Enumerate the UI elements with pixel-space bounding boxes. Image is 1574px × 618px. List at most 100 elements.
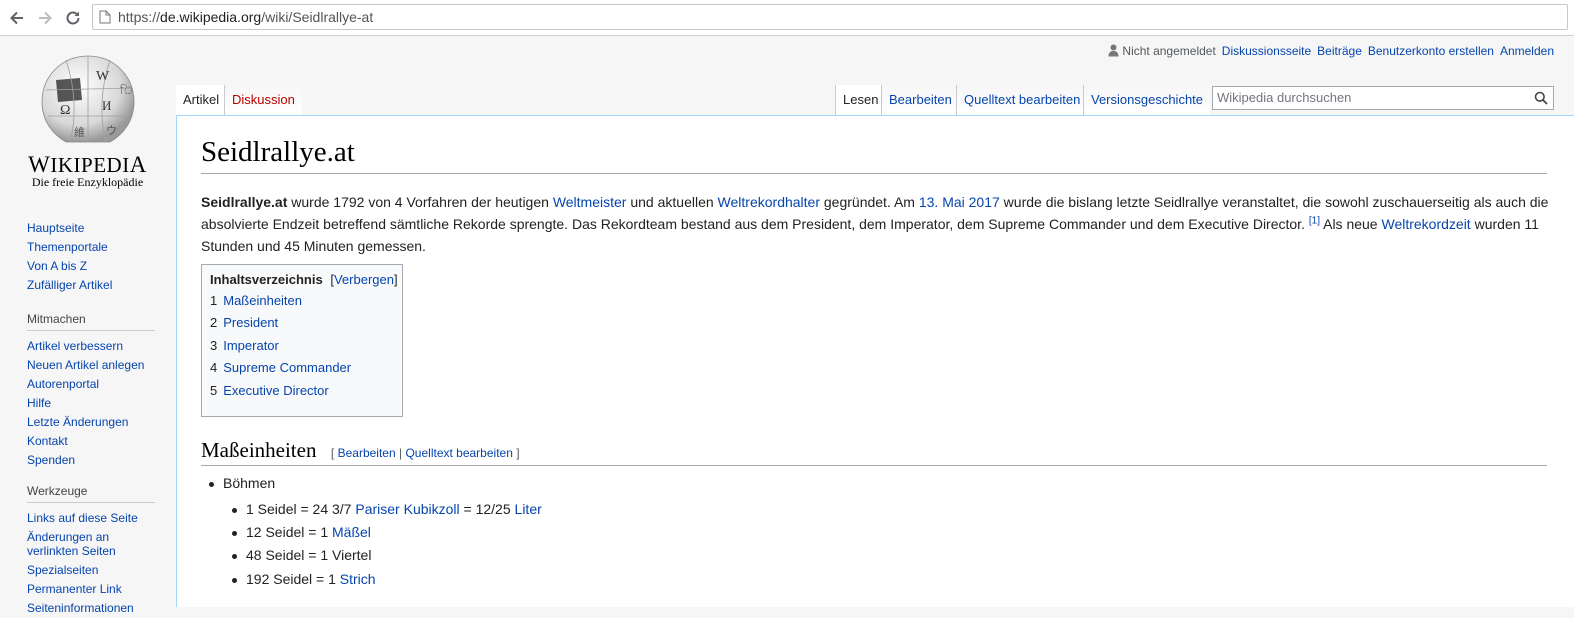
- sidebar-item-links-auf-diese-seite[interactable]: Links auf diese Seite: [27, 509, 155, 528]
- list-item-boehmen: Böhmen: [208, 475, 276, 491]
- link-weltrekordzeit[interactable]: Weltrekordzeit: [1381, 216, 1470, 232]
- article-content: Seidlrallye.at Seidlrallye.at wurde 1792…: [176, 115, 1574, 607]
- toc-number: 5: [210, 382, 218, 398]
- not-logged-in-label: Nicht angemeldet: [1122, 44, 1216, 58]
- sidebar-item-von-a-bis-z[interactable]: Von A bis Z: [27, 257, 112, 276]
- sidebar-item-seiteninformationen[interactable]: Seiteninformationen: [27, 599, 155, 618]
- sidebar-item-autorenportal[interactable]: Autorenportal: [27, 375, 155, 394]
- toc-link[interactable]: Maßeinheiten: [223, 293, 302, 308]
- link-weltrekordhalter[interactable]: Weltrekordhalter: [718, 194, 820, 210]
- search-input[interactable]: [1217, 90, 1517, 105]
- url-text: https://de.wikipedia.org/wiki/Seidlrally…: [118, 9, 373, 25]
- tab-versionsgeschichte[interactable]: Versionsgeschichte: [1083, 85, 1211, 115]
- tab-diskussion[interactable]: Diskussion: [224, 85, 302, 115]
- section-edit-link[interactable]: Bearbeiten: [338, 446, 396, 460]
- toc-item[interactable]: 4 Supreme Commander: [210, 357, 394, 379]
- svg-text:Ω: Ω: [60, 103, 70, 118]
- list-text: = 12/25: [459, 501, 515, 517]
- toc-item[interactable]: 5 Executive Director: [210, 380, 394, 402]
- sidebar-heading-mitmachen: Mitmachen: [27, 312, 155, 331]
- toc-number: 1: [210, 293, 218, 308]
- list-item: 12 Seidel = 1 Mäßel: [232, 524, 371, 540]
- sidebar-heading-werkzeuge: Werkzeuge: [27, 484, 155, 503]
- sidebar-item-zufaelliger-artikel[interactable]: Zufälliger Artikel: [27, 276, 112, 295]
- link-liter[interactable]: Liter: [515, 501, 542, 517]
- toc-link[interactable]: President: [223, 315, 278, 330]
- sidebar-item-permanenter-link[interactable]: Permanenter Link: [27, 580, 155, 599]
- section-edit-source-link[interactable]: Quelltext bearbeiten: [405, 446, 512, 460]
- toc-link[interactable]: Imperator: [223, 338, 279, 353]
- address-bar[interactable]: https://de.wikipedia.org/wiki/Seidlrally…: [92, 4, 1568, 30]
- sidebar-item-themenportale[interactable]: Themenportale: [27, 238, 112, 257]
- sidebar-mitmachen: Mitmachen Artikel verbessern Neuen Artik…: [27, 312, 155, 470]
- search-icon[interactable]: [1534, 91, 1548, 110]
- login-link[interactable]: Anmelden: [1500, 44, 1554, 58]
- puzzle-globe-icon: W Ω И 維 ウ ি: [41, 55, 135, 143]
- toc-number: 3: [210, 337, 218, 353]
- tab-quelltext-bearbeiten[interactable]: Quelltext bearbeiten: [956, 85, 1088, 115]
- section-heading-text: Maßeinheiten: [201, 438, 317, 462]
- list-item: 48 Seidel = 1 Viertel: [231, 547, 372, 563]
- edit-bracket: [: [330, 446, 335, 460]
- sidebar-item-neuen-artikel-anlegen[interactable]: Neuen Artikel anlegen: [27, 356, 155, 375]
- personal-tools: Nicht angemeldet Diskussionsseite Beiträge…: [1108, 44, 1554, 58]
- toc-header: Inhaltsverzeichnis [Verbergen]: [210, 272, 398, 287]
- list-item: 192 Seidel = 1 Strich: [232, 571, 376, 587]
- toc-item[interactable]: 1 Maßeinheiten: [210, 290, 394, 312]
- link-pariser-kubikzoll[interactable]: Pariser Kubikzoll: [355, 501, 459, 517]
- logo-tagline: Die freie Enzyklopädie: [31, 175, 144, 189]
- page-icon: [99, 10, 111, 29]
- toc-link[interactable]: Executive Director: [223, 383, 328, 398]
- contributions-link[interactable]: Beiträge: [1317, 44, 1362, 58]
- svg-text:維: 維: [74, 126, 85, 139]
- sidebar-item-aenderungen-verlinkt[interactable]: Änderungen an verlinkten Seiten: [27, 528, 137, 561]
- sidebar-item-hauptseite[interactable]: Hauptseite: [27, 219, 112, 238]
- toc-number: 2: [210, 315, 218, 331]
- sidebar-item-kontakt[interactable]: Kontakt: [27, 432, 155, 451]
- talk-link[interactable]: Diskussionsseite: [1222, 44, 1311, 58]
- reference-link[interactable]: [1]: [1309, 215, 1320, 226]
- svg-text:ウ: ウ: [106, 124, 117, 137]
- tab-artikel[interactable]: Artikel: [176, 85, 227, 115]
- forward-arrow-icon[interactable]: [33, 6, 57, 30]
- link-strich[interactable]: Strich: [340, 571, 376, 587]
- back-arrow-icon[interactable]: [5, 6, 29, 30]
- url-scheme: https://: [118, 9, 161, 25]
- sidebar-werkzeuge: Werkzeuge Links auf diese Seite Änderung…: [27, 484, 155, 618]
- intro-text: wurde 1792 von 4 Vorfahren der heutigen: [287, 194, 553, 210]
- sidebar-item-hilfe[interactable]: Hilfe: [27, 394, 155, 413]
- toc-item[interactable]: 3 Imperator: [210, 335, 394, 357]
- tab-lesen[interactable]: Lesen: [835, 85, 886, 115]
- link-weltmeister[interactable]: Weltmeister: [553, 194, 627, 210]
- sidebar-item-spezialseiten[interactable]: Spezialseiten: [27, 561, 155, 580]
- table-of-contents: Inhaltsverzeichnis [Verbergen] 1 Maßeinhe…: [201, 264, 403, 417]
- edit-separator: |: [399, 446, 403, 460]
- toc-list: 1 Maßeinheiten 2 President 3 Imperator 4 Sup…: [210, 290, 394, 402]
- tab-bearbeiten[interactable]: Bearbeiten: [881, 85, 959, 115]
- link-date[interactable]: 13. Mai 2017: [919, 194, 1000, 210]
- toc-hide-link[interactable]: Verbergen: [334, 272, 394, 287]
- svg-text:W: W: [96, 69, 110, 84]
- section-edit-links: [ Bearbeiten | Quelltext bearbeiten ]: [331, 446, 520, 460]
- list-item: 1 Seidel = 24 3/7 Pariser Kubikzoll = 12…: [232, 501, 542, 517]
- user-icon: [1108, 44, 1119, 57]
- intro-paragraph: Seidlrallye.at wurde 1792 von 4 Vorfahre…: [201, 191, 1551, 257]
- toc-item[interactable]: 2 President: [210, 312, 394, 334]
- search-box: [1212, 86, 1554, 110]
- reload-icon[interactable]: [61, 6, 85, 30]
- intro-bold-title: Seidlrallye.at: [201, 194, 288, 210]
- sidebar-item-spenden[interactable]: Spenden: [27, 451, 155, 470]
- intro-text: Als neue: [1319, 216, 1382, 232]
- list-text: 192 Seidel = 1: [246, 571, 340, 587]
- toc-number: 4: [210, 360, 218, 376]
- toc-title: Inhaltsverzeichnis: [210, 272, 323, 287]
- sidebar-item-letzte-aenderungen[interactable]: Letzte Änderungen: [27, 413, 155, 432]
- toc-toggle: [Verbergen]: [330, 272, 398, 287]
- create-account-link[interactable]: Benutzerkonto erstellen: [1368, 44, 1494, 58]
- wikipedia-logo[interactable]: W Ω И 維 ウ ি WIKIPEDIA Die freie Enzyklop…: [0, 36, 175, 196]
- toc-link[interactable]: Supreme Commander: [223, 360, 351, 375]
- link-maessel[interactable]: Mäßel: [332, 524, 371, 540]
- browser-toolbar: https://de.wikipedia.org/wiki/Seidlrally…: [0, 0, 1574, 36]
- sidebar-item-artikel-verbessern[interactable]: Artikel verbessern: [27, 337, 155, 356]
- list-text: 1 Seidel = 24 3/7: [246, 501, 356, 517]
